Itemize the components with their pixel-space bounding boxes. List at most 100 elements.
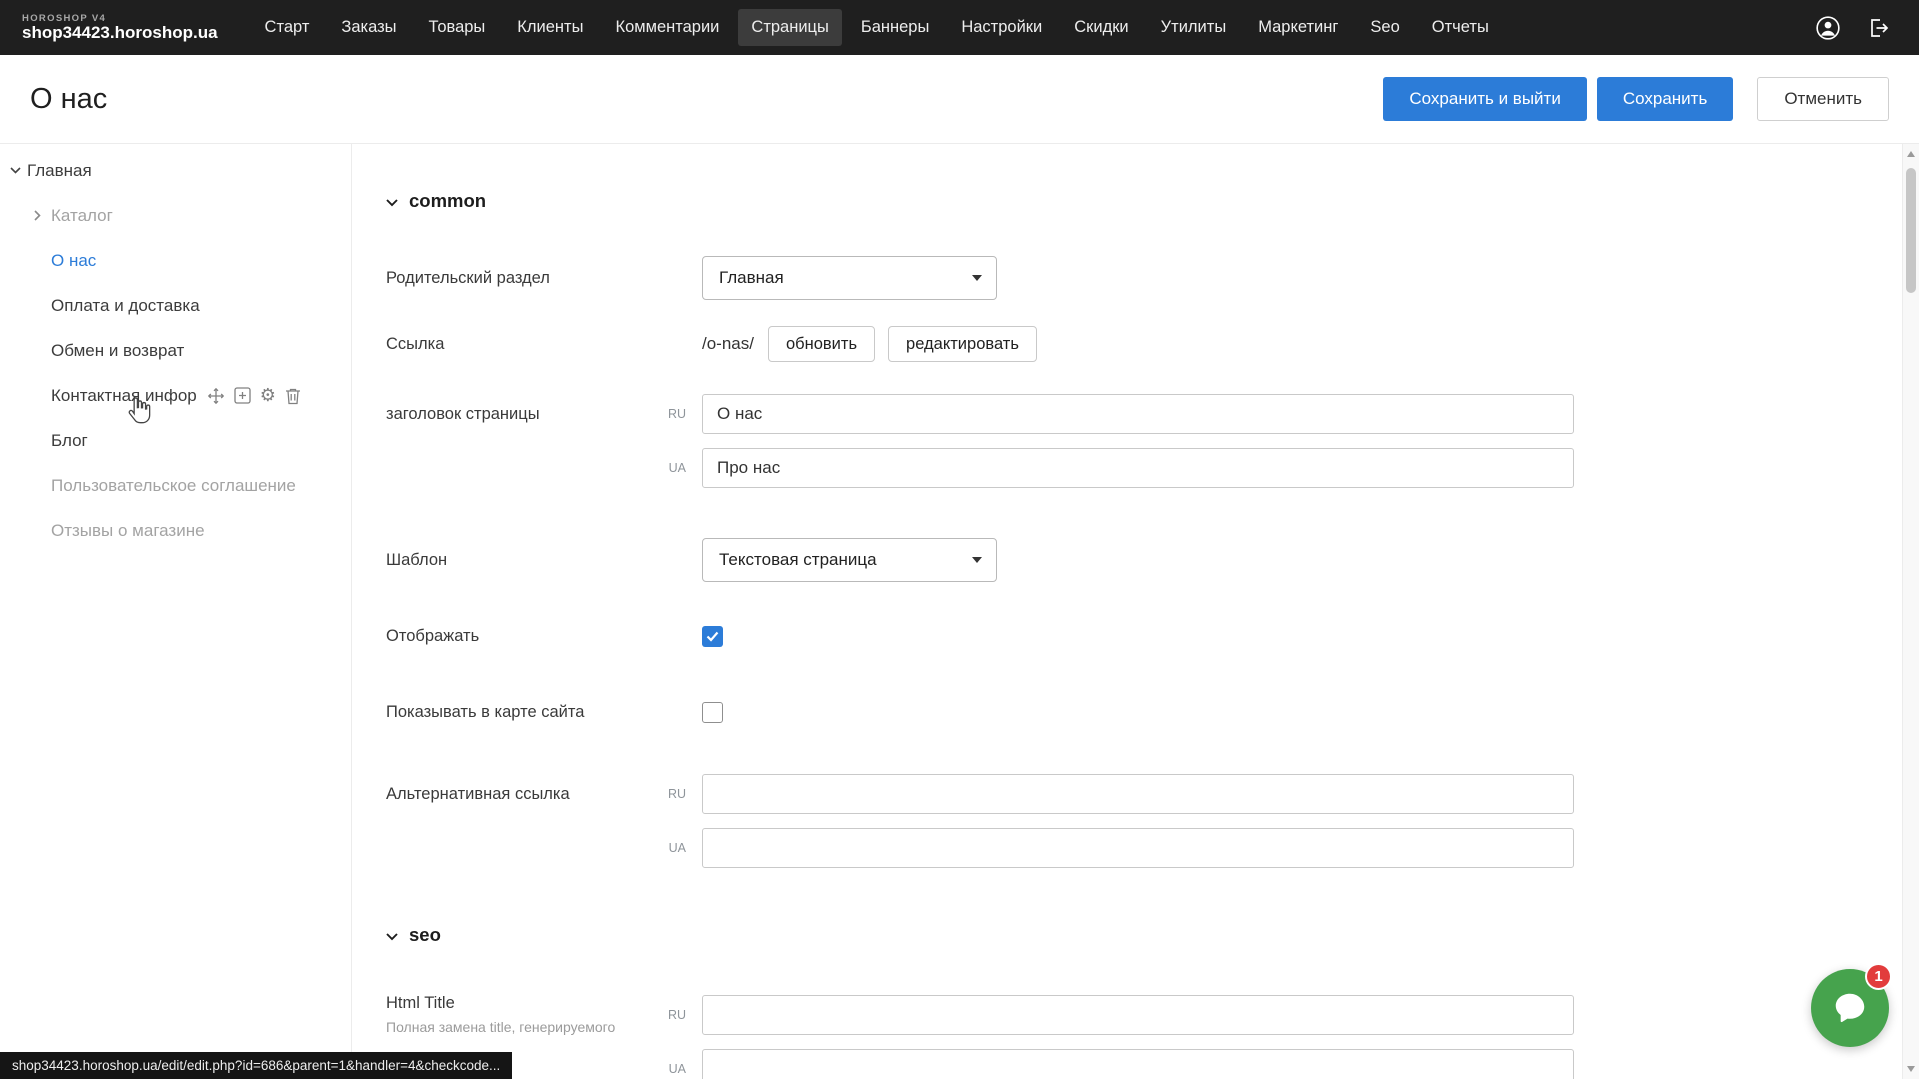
page-title-ua-row: UA	[386, 448, 1919, 488]
cancel-button[interactable]: Отменить	[1757, 77, 1889, 121]
tree-item-label: Отзывы о магазине	[51, 521, 205, 541]
tree-item-blog[interactable]: Блог	[0, 418, 351, 463]
display-row: Отображать	[386, 622, 1919, 650]
parent-section-row: Родительский раздел Главная	[386, 256, 1919, 300]
logo[interactable]: HOROSHOP V4 shop34423.horoshop.ua	[22, 14, 218, 42]
refresh-link-button[interactable]: обновить	[768, 326, 875, 362]
header-actions: Сохранить и выйти Сохранить Отменить	[1383, 77, 1889, 121]
field-label: Альтернативная ссылка RU	[386, 785, 702, 804]
nav-discounts[interactable]: Скидки	[1061, 9, 1141, 46]
save-button[interactable]: Сохранить	[1597, 77, 1733, 121]
section-common[interactable]: common	[386, 190, 1919, 212]
trash-icon[interactable]	[285, 387, 301, 405]
nav-products[interactable]: Товары	[416, 9, 499, 46]
html-title-ua-row: UA	[386, 1049, 1919, 1079]
sitemap-checkbox[interactable]	[702, 702, 723, 723]
vertical-scrollbar[interactable]	[1902, 144, 1919, 1079]
scroll-down-arrow[interactable]	[1907, 1066, 1915, 1072]
section-title: common	[409, 190, 486, 212]
nav-reports[interactable]: Отчеты	[1419, 9, 1502, 46]
tree-item-user-agreement[interactable]: Пользовательское соглашение	[0, 463, 351, 508]
select-value: Главная	[719, 268, 784, 288]
alt-link-ru-row: Альтернативная ссылка RU	[386, 774, 1919, 814]
field-label: Шаблон	[386, 551, 702, 570]
tree-item-label: Каталог	[51, 206, 113, 226]
alt-link-ru-input[interactable]	[702, 774, 1574, 814]
field-label: Ссылка	[386, 335, 702, 354]
lang-ru-label: RU	[668, 1008, 686, 1022]
html-title-ua-input[interactable]	[702, 1049, 1574, 1079]
page-title-ru-input[interactable]	[702, 394, 1574, 434]
nav-clients[interactable]: Клиенты	[504, 9, 596, 46]
tree-item-label: О нас	[51, 251, 96, 271]
topbar-right	[1815, 15, 1891, 41]
display-checkbox[interactable]	[702, 626, 723, 647]
logout-icon[interactable]	[1867, 16, 1891, 40]
edit-form: common Родительский раздел Главная Ссылк…	[352, 144, 1919, 1079]
body: Главная Каталог О нас Оплата и доставка …	[0, 144, 1919, 1079]
chevron-down-icon	[386, 190, 398, 212]
nav-orders[interactable]: Заказы	[328, 9, 409, 46]
tree-item-actions: ⚙	[207, 387, 301, 405]
page-title-ua-input[interactable]	[702, 448, 1574, 488]
html-title-ru-row: Html Title Полная замена title, генериру…	[386, 994, 1919, 1035]
select-value: Текстовая страница	[719, 550, 877, 570]
field-label: Html Title Полная замена title, генериру…	[386, 994, 702, 1035]
chevron-down-icon	[972, 557, 982, 563]
tree-item-store-reviews[interactable]: Отзывы о магазине	[0, 508, 351, 553]
page-title: О нас	[30, 83, 107, 116]
nav-banners[interactable]: Баннеры	[848, 9, 942, 46]
status-url-bar: shop34423.horoshop.ua/edit/edit.php?id=6…	[0, 1052, 512, 1079]
parent-section-select[interactable]: Главная	[702, 256, 997, 300]
nav-utilities[interactable]: Утилиты	[1148, 9, 1240, 46]
nav-pages[interactable]: Страницы	[738, 9, 841, 46]
section-seo[interactable]: seo	[386, 924, 1919, 946]
tree-item-label: Главная	[27, 161, 92, 181]
gear-icon[interactable]: ⚙	[260, 387, 276, 405]
nav-start[interactable]: Старт	[252, 9, 323, 46]
nav-settings[interactable]: Настройки	[948, 9, 1055, 46]
page-header: О нас Сохранить и выйти Сохранить Отмени…	[0, 55, 1919, 144]
alt-link-ua-input[interactable]	[702, 828, 1574, 868]
account-icon[interactable]	[1815, 15, 1841, 41]
alt-link-ua-row: UA	[386, 828, 1919, 868]
tree-item-catalog[interactable]: Каталог	[0, 193, 351, 238]
chevron-right-icon[interactable]	[34, 210, 51, 221]
save-exit-button[interactable]: Сохранить и выйти	[1383, 77, 1586, 121]
tree-item-payment-delivery[interactable]: Оплата и доставка	[0, 283, 351, 328]
template-select[interactable]: Текстовая страница	[702, 538, 997, 582]
add-icon[interactable]	[234, 387, 251, 404]
scrollbar-thumb[interactable]	[1906, 168, 1916, 293]
tree-item-about[interactable]: О нас	[0, 238, 351, 283]
nav-marketing[interactable]: Маркетинг	[1245, 9, 1351, 46]
nav-seo[interactable]: Seo	[1357, 9, 1412, 46]
chevron-down-icon	[386, 924, 398, 946]
field-label: Показывать в карте сайта	[386, 703, 702, 722]
nav-comments[interactable]: Комментарии	[602, 9, 732, 46]
tree-item-contacts[interactable]: Контактная инфор ⚙	[0, 373, 351, 418]
chevron-down-icon[interactable]	[10, 167, 27, 174]
sidebar-tree: Главная Каталог О нас Оплата и доставка …	[0, 144, 352, 1079]
lang-ru-label: RU	[668, 787, 686, 801]
section-title: seo	[409, 924, 441, 946]
field-label: заголовок страницы RU	[386, 405, 702, 424]
template-row: Шаблон Текстовая страница	[386, 538, 1919, 582]
field-hint: Полная замена title, генерируемого	[386, 1019, 658, 1035]
html-title-ru-input[interactable]	[702, 995, 1574, 1035]
lang-ru-label: RU	[668, 407, 686, 421]
chat-widget-button[interactable]: 1	[1811, 969, 1889, 1047]
tree-item-label: Оплата и доставка	[51, 296, 200, 316]
tree-item-label: Пользовательское соглашение	[51, 476, 296, 496]
lang-ua-label: UA	[669, 841, 686, 855]
tree-item-exchange-return[interactable]: Обмен и возврат	[0, 328, 351, 373]
scroll-up-arrow[interactable]	[1907, 151, 1915, 157]
topbar: HOROSHOP V4 shop34423.horoshop.ua Старт …	[0, 0, 1919, 55]
move-icon[interactable]	[207, 387, 225, 405]
chat-unread-badge: 1	[1865, 963, 1892, 990]
edit-link-button[interactable]: редактировать	[888, 326, 1037, 362]
tree-item-root[interactable]: Главная	[0, 148, 351, 193]
main-nav: Старт Заказы Товары Клиенты Комментарии …	[252, 9, 1502, 46]
chevron-down-icon	[972, 275, 982, 281]
tree-item-label: Блог	[51, 431, 88, 451]
page: HOROSHOP V4 shop34423.horoshop.ua Старт …	[0, 0, 1919, 1079]
